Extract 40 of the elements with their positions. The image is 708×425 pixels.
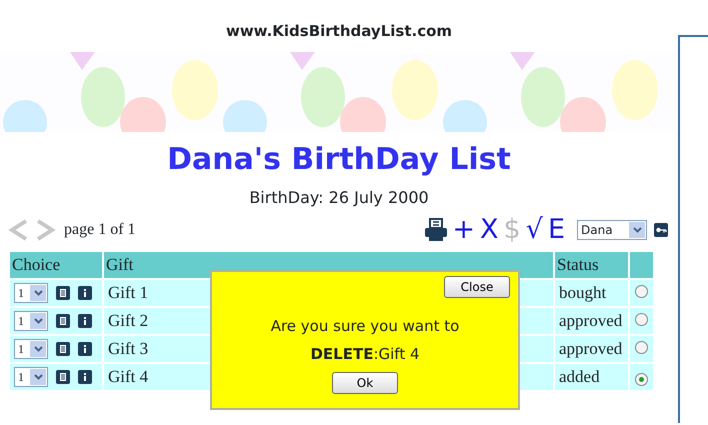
quantity-dropdown[interactable]: 1	[14, 367, 48, 387]
quantity-dropdown[interactable]: 1	[14, 283, 48, 303]
close-button[interactable]: Close	[444, 276, 510, 298]
print-icon[interactable]	[424, 218, 448, 242]
page-title: Dana's BirthDay List	[166, 141, 512, 179]
toolbar-button[interactable]: E	[546, 215, 566, 245]
radio-button[interactable]	[635, 341, 648, 354]
document-icon[interactable]	[56, 286, 70, 300]
document-icon[interactable]	[56, 342, 70, 356]
document-icon[interactable]	[56, 314, 70, 328]
table-cell: bought	[555, 280, 628, 306]
birthday-text: BirthDay: 26 July 2000	[248, 187, 430, 209]
caret-icon	[34, 346, 42, 352]
radio-button[interactable]	[635, 373, 648, 386]
caret-icon	[34, 318, 42, 324]
table-cell: added	[555, 364, 628, 390]
ok-button[interactable]: Ok	[332, 372, 398, 394]
column-header: Status	[555, 252, 628, 278]
radio-button[interactable]	[635, 313, 648, 326]
caret-icon	[34, 374, 42, 380]
caret-icon	[34, 290, 42, 296]
info-icon[interactable]	[78, 286, 92, 300]
toolbar-button[interactable]: +	[451, 215, 476, 245]
toolbar-button[interactable]: √	[524, 215, 544, 245]
user-dropdown[interactable]: Dana	[577, 220, 647, 240]
info-icon[interactable]	[78, 314, 92, 328]
document-icon[interactable]	[56, 370, 70, 384]
caret-icon	[632, 227, 642, 233]
quantity-dropdown[interactable]: 1	[14, 311, 48, 331]
toolbar-button[interactable]: X	[479, 215, 500, 245]
table-cell: approved	[555, 308, 628, 334]
table-cell: approved	[555, 336, 628, 362]
radio-button[interactable]	[635, 285, 648, 298]
header-cell	[630, 252, 653, 278]
info-icon[interactable]	[78, 342, 92, 356]
info-icon[interactable]	[78, 370, 92, 384]
quantity-dropdown[interactable]: 1	[14, 339, 48, 359]
site-address: www.KidsBirthdayList.com	[224, 21, 454, 42]
page-indicator: page 1 of 1	[64, 222, 136, 238]
column-header: Choice	[10, 252, 102, 278]
